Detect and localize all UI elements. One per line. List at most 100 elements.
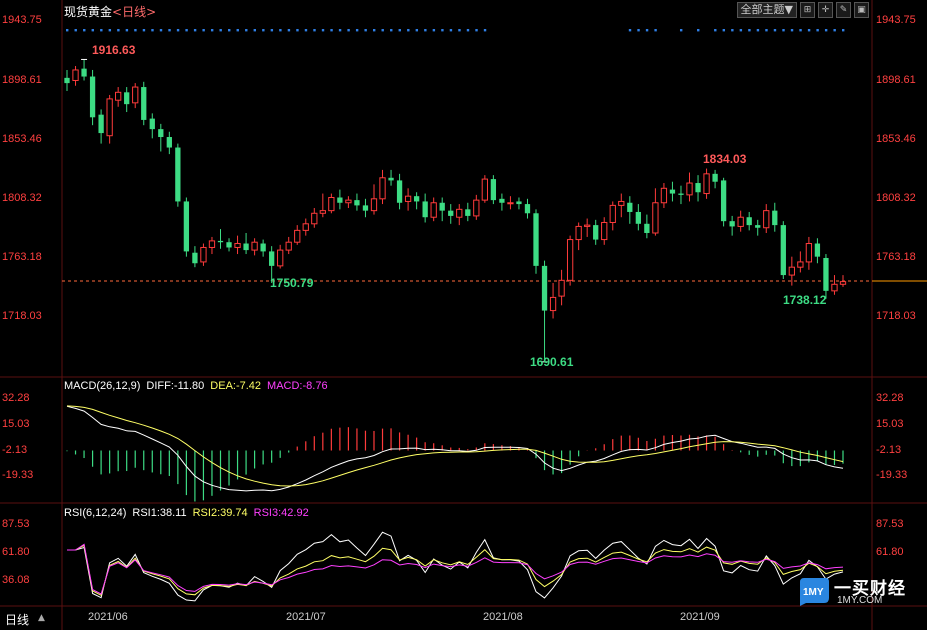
candle-body-down	[354, 200, 360, 206]
candle-body-down	[712, 173, 718, 182]
signal-dot	[100, 29, 103, 32]
candle-body-down	[669, 189, 676, 194]
candle-body-up	[584, 224, 591, 227]
signal-dot	[74, 29, 77, 32]
candle-body-down	[243, 243, 249, 251]
candle-body-down	[396, 180, 403, 203]
candle-body-up	[132, 86, 139, 104]
watermark: 1MY 一买财经 1MY.COM	[798, 574, 920, 608]
rsi-axis-label-left: 61.80	[2, 546, 30, 558]
window-icon[interactable]: ▣	[854, 2, 869, 18]
candle-body-up	[302, 223, 309, 231]
macd-axis-label-left: -2.13	[2, 444, 28, 456]
signal-dot	[679, 29, 683, 32]
candle-body-up	[285, 241, 292, 251]
candle-body-down	[183, 201, 190, 252]
candle-body-up	[831, 283, 838, 292]
signal-dot	[151, 29, 154, 32]
candle-body-down	[362, 205, 369, 211]
candle-body-down	[81, 68, 87, 77]
draw-icon[interactable]: ✎	[836, 2, 851, 18]
x-axis-label: 2021/09	[680, 611, 720, 623]
dropdown-arrow-icon[interactable]: ▲	[38, 613, 45, 623]
candle-body-down	[499, 198, 505, 203]
signal-dot	[185, 29, 188, 32]
signal-dot	[731, 29, 734, 32]
candle-body-up	[652, 202, 659, 234]
candle-body-down	[823, 257, 829, 291]
signal-dot	[355, 29, 359, 32]
signal-dot	[816, 29, 819, 32]
x-axis-label: 2021/06	[88, 611, 128, 623]
candle-body-down	[269, 251, 275, 266]
candle-body-up	[703, 173, 710, 195]
macd-dea-value: DEA:-7.42	[210, 380, 262, 392]
signal-dot	[287, 29, 291, 32]
expand-icon[interactable]: ⊞	[800, 2, 815, 18]
watermark-logo-text: 1MY	[803, 587, 824, 598]
price-axis-label-left: 1808.32	[2, 192, 42, 204]
signal-dot	[202, 29, 205, 32]
watermark-site: 1MY.COM	[837, 595, 883, 606]
macd-axis-label-left: 15.03	[2, 418, 30, 430]
signal-dot	[304, 29, 308, 32]
signal-dot	[193, 29, 197, 32]
signal-dot	[321, 29, 325, 32]
signal-dot	[432, 29, 436, 32]
candle-body-down	[678, 193, 684, 195]
period-label[interactable]: <日线>	[112, 5, 156, 19]
candle-body-up	[609, 204, 616, 223]
rsi2-value: RSI2:39.74	[192, 507, 248, 519]
candle-body-up	[456, 208, 463, 218]
candle-body-down	[175, 147, 181, 202]
signal-dot	[372, 29, 376, 32]
period-tab[interactable]: 日线	[5, 611, 29, 628]
signal-dot	[415, 29, 419, 32]
candle-body-up	[430, 202, 437, 218]
candle-body-down	[746, 217, 752, 226]
candle-body-down	[627, 202, 633, 212]
signal-dot	[236, 29, 239, 32]
candle-body-up	[686, 182, 693, 196]
candle-body-down	[413, 196, 420, 202]
candle-body-up	[234, 243, 241, 248]
signal-dot	[637, 29, 640, 32]
signal-dot	[824, 29, 828, 32]
chart-title: 现货黄金<日线>	[64, 3, 156, 20]
candle-body-up	[115, 91, 122, 101]
candle-body-up	[319, 210, 326, 214]
signal-dot	[756, 29, 760, 32]
signal-dot	[159, 29, 163, 32]
rsi-axis-label-left: 87.53	[2, 518, 30, 530]
theme-button[interactable]: 全部主题▼	[736, 2, 797, 18]
signal-dot	[219, 29, 222, 32]
candle-body-down	[524, 204, 531, 214]
candle-body-down	[98, 114, 104, 134]
annotation-low-2: 1690.61	[530, 355, 574, 369]
candle-body-up	[328, 197, 335, 212]
candle-body-down	[814, 243, 821, 257]
price-axis-label-left: 1763.18	[2, 251, 42, 263]
chart-svg[interactable]	[0, 0, 927, 630]
rsi2-line	[67, 544, 844, 597]
chart-stage[interactable]: 现货黄金<日线> 全部主题▼ ⊞ ✛ ✎ ▣ 1943.75 1898.61 1…	[0, 0, 927, 630]
signal-dot	[108, 29, 112, 32]
candle-body-up	[106, 98, 113, 137]
candle-body-down	[337, 197, 343, 203]
candle-body-up	[805, 243, 813, 263]
crosshair-icon[interactable]: ✛	[818, 2, 833, 18]
candle-body-down	[439, 202, 445, 211]
signal-dot	[245, 29, 248, 32]
signal-dot	[714, 29, 717, 32]
signal-dot	[748, 29, 751, 32]
candle-body-down	[516, 201, 522, 205]
price-axis-label-left: 1943.75	[2, 14, 42, 26]
signal-dot	[142, 29, 146, 32]
rsi1-value: RSI1:38.11	[132, 507, 187, 519]
macd-diff-value: DIFF:-11.80	[146, 380, 205, 392]
signal-dot	[628, 29, 632, 32]
annotation-low-1: 1750.79	[270, 276, 314, 290]
signal-dot	[210, 29, 214, 32]
price-axis-label-right: 1718.03	[876, 310, 916, 322]
signal-dot	[441, 29, 444, 32]
